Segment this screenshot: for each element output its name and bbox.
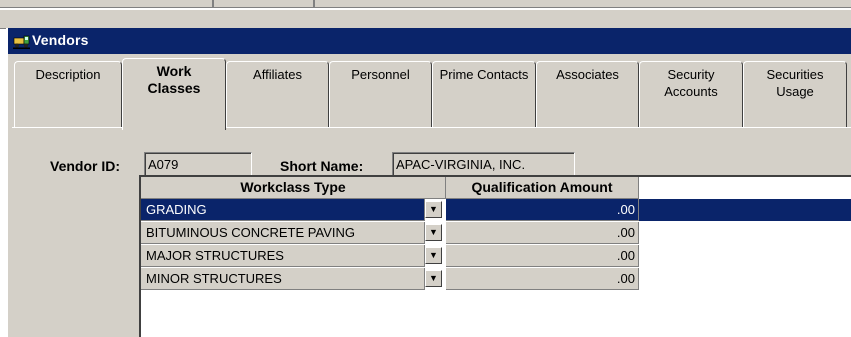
tab-work-classes[interactable]: Work Classes (122, 58, 226, 130)
table-row[interactable]: BITUMINOUS CONCRETE PAVING ▼ .00 (141, 222, 851, 245)
tab-associates[interactable]: Associates (536, 61, 639, 127)
workclass-type-cell[interactable]: MAJOR STRUCTURES (141, 245, 425, 267)
workclass-grid: Workclass Type Qualification Amount GRAD… (139, 175, 851, 337)
screen: Vendors Description Work Classes Affilia… (0, 0, 851, 337)
tab-strip: Description Work Classes Affiliates Pers… (12, 55, 851, 133)
tab-prime-contacts[interactable]: Prime Contacts (432, 61, 536, 127)
short-name-label: Short Name: (280, 158, 364, 174)
dropdown-arrow-icon[interactable]: ▼ (425, 224, 442, 241)
tab-personnel[interactable]: Personnel (329, 61, 432, 127)
qualification-amount-cell[interactable]: .00 (446, 245, 639, 267)
column-header-qualification-amount[interactable]: Qualification Amount (446, 177, 639, 199)
column-header-workclass-type[interactable]: Workclass Type (141, 177, 446, 199)
tab-label: Affiliates (253, 67, 302, 82)
row-selection-highlight (639, 199, 851, 221)
table-row[interactable]: MINOR STRUCTURES ▼ .00 (141, 268, 851, 291)
workclass-type-cell[interactable]: BITUMINOUS CONCRETE PAVING (141, 222, 425, 244)
tab-label: Prime Contacts (439, 67, 529, 82)
tab-label: Description (35, 67, 101, 82)
work-classes-panel: Vendor ID: A079 Short Name: APAC-VIRGINI… (12, 132, 851, 337)
tab-label: Personnel (351, 67, 410, 82)
tab-securities-usage[interactable]: Securities Usage (743, 61, 847, 127)
toolbar-separator (313, 0, 315, 8)
title-bar[interactable]: Vendors (8, 28, 851, 54)
tab-label: Securities Usage (766, 67, 824, 99)
qualification-amount-cell[interactable]: .00 (446, 199, 639, 221)
vendor-id-label: Vendor ID: (50, 158, 121, 174)
vendors-window: Vendors Description Work Classes Affilia… (6, 28, 851, 337)
qualification-amount-cell[interactable]: .00 (446, 222, 639, 244)
truck-icon (13, 32, 30, 49)
table-row[interactable]: GRADING ▼ .00 (141, 199, 851, 222)
tab-label: Associates (556, 67, 619, 82)
tab-description[interactable]: Description (14, 61, 122, 127)
tab-affiliates[interactable]: Affiliates (226, 61, 329, 127)
table-row[interactable]: MAJOR STRUCTURES ▼ .00 (141, 245, 851, 268)
dropdown-arrow-icon[interactable]: ▼ (425, 247, 442, 264)
dropdown-arrow-icon[interactable]: ▼ (425, 270, 442, 287)
dropdown-arrow-icon[interactable]: ▼ (425, 201, 442, 218)
qualification-amount-cell[interactable]: .00 (446, 268, 639, 290)
toolbar-separator (212, 0, 214, 8)
tab-label: Security Accounts (664, 67, 718, 99)
toolbar-divider (0, 7, 851, 10)
tab-security-accounts[interactable]: Security Accounts (639, 61, 743, 127)
workclass-type-cell[interactable]: GRADING (141, 199, 425, 221)
parent-toolbar-strip (0, 0, 851, 29)
workclass-type-cell[interactable]: MINOR STRUCTURES (141, 268, 425, 290)
tab-label: Work Classes (147, 63, 201, 96)
window-title: Vendors (32, 32, 89, 48)
